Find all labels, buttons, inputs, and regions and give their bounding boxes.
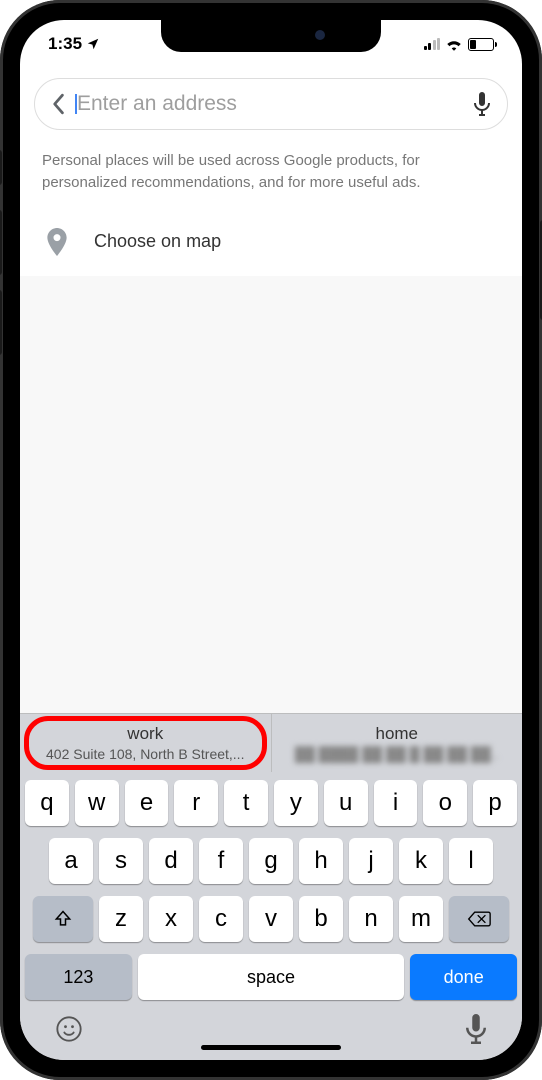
key-u[interactable]: u	[324, 780, 368, 826]
keyboard-row-1: q w e r t y u i o p	[25, 780, 517, 826]
dictation-icon[interactable]	[465, 1014, 487, 1044]
key-v[interactable]: v	[249, 896, 293, 942]
key-n[interactable]: n	[349, 896, 393, 942]
key-f[interactable]: f	[199, 838, 243, 884]
keyboard-suggestions: work 402 Suite 108, North B Street,... h…	[20, 713, 522, 772]
home-indicator[interactable]	[201, 1045, 341, 1050]
key-o[interactable]: o	[423, 780, 467, 826]
key-p[interactable]: p	[473, 780, 517, 826]
key-e[interactable]: e	[125, 780, 169, 826]
key-done[interactable]: done	[410, 954, 517, 1000]
key-a[interactable]: a	[49, 838, 93, 884]
keyboard: q w e r t y u i o p a s d f g h	[20, 772, 522, 1060]
suggestion-title: home	[284, 724, 511, 744]
backspace-icon	[467, 910, 491, 928]
choose-on-map-row[interactable]: Choose on map	[20, 212, 522, 276]
notch	[161, 20, 381, 52]
key-x[interactable]: x	[149, 896, 193, 942]
key-i[interactable]: i	[374, 780, 418, 826]
map-pin-icon	[46, 228, 68, 256]
key-h[interactable]: h	[299, 838, 343, 884]
suggestion-title: work	[32, 724, 259, 744]
battery-icon	[468, 38, 494, 51]
key-numbers[interactable]: 123	[25, 954, 132, 1000]
screen: 1:35 Enter an address Personal places wi…	[20, 20, 522, 1060]
choose-on-map-label: Choose on map	[94, 231, 221, 252]
suggestion-subtitle: 402 Suite 108, North B Street,...	[32, 746, 259, 762]
wifi-icon	[445, 37, 463, 51]
key-s[interactable]: s	[99, 838, 143, 884]
shift-icon	[53, 909, 73, 929]
content-spacer	[20, 276, 522, 714]
key-q[interactable]: q	[25, 780, 69, 826]
emoji-icon[interactable]	[55, 1015, 83, 1043]
suggestion-subtitle-blurred: ██ ████ ██ ██ █ ██ ██ ██..	[284, 746, 511, 762]
key-d[interactable]: d	[149, 838, 193, 884]
suggestion-home[interactable]: home ██ ████ ██ ██ █ ██ ██ ██..	[272, 714, 523, 772]
key-t[interactable]: t	[224, 780, 268, 826]
status-time: 1:35	[48, 34, 82, 54]
location-arrow-icon	[86, 37, 100, 51]
key-y[interactable]: y	[274, 780, 318, 826]
keyboard-row-3: z x c v b n m	[25, 896, 517, 942]
microphone-icon[interactable]	[473, 92, 491, 116]
suggestion-work[interactable]: work 402 Suite 108, North B Street,...	[20, 714, 272, 772]
key-g[interactable]: g	[249, 838, 293, 884]
key-j[interactable]: j	[349, 838, 393, 884]
key-z[interactable]: z	[99, 896, 143, 942]
key-space[interactable]: space	[138, 954, 405, 1000]
key-b[interactable]: b	[299, 896, 343, 942]
address-input[interactable]: Enter an address	[77, 92, 461, 116]
search-bar[interactable]: Enter an address	[34, 78, 508, 130]
keyboard-row-4: 123 space done	[25, 954, 517, 1000]
key-w[interactable]: w	[75, 780, 119, 826]
back-chevron-icon[interactable]	[51, 93, 65, 115]
key-r[interactable]: r	[174, 780, 218, 826]
cellular-signal-icon	[424, 38, 441, 50]
phone-frame: 1:35 Enter an address Personal places wi…	[0, 0, 542, 1080]
key-k[interactable]: k	[399, 838, 443, 884]
key-c[interactable]: c	[199, 896, 243, 942]
info-text: Personal places will be used across Goog…	[20, 136, 522, 212]
key-l[interactable]: l	[449, 838, 493, 884]
keyboard-row-2: a s d f g h j k l	[25, 838, 517, 884]
key-m[interactable]: m	[399, 896, 443, 942]
key-backspace[interactable]	[449, 896, 509, 942]
key-shift[interactable]	[33, 896, 93, 942]
